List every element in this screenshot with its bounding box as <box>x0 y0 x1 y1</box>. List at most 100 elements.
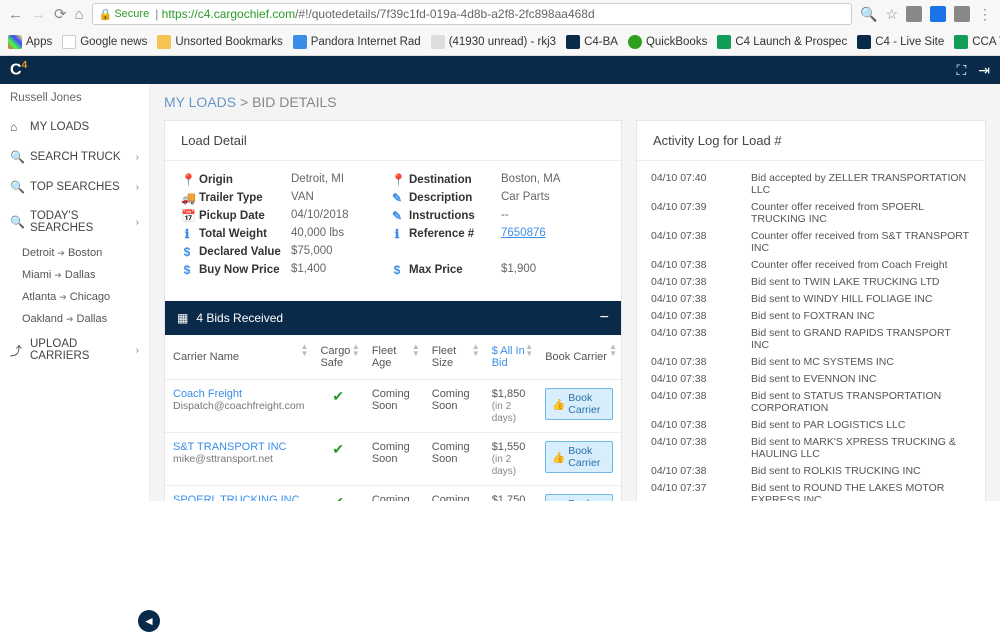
sidebar-user: Russell Jones <box>0 84 149 112</box>
arrow-right-icon: ➔ <box>57 248 65 258</box>
ext-icon-3[interactable] <box>954 6 970 22</box>
log-time: 04/10 07:39 <box>651 201 751 225</box>
truck-icon: 🚚 <box>181 191 193 205</box>
bookmark-item[interactable]: Pandora Internet Rad <box>293 35 421 49</box>
description-value: Car Parts <box>501 191 601 205</box>
thumbs-up-icon: 👍 <box>552 451 565 464</box>
sidebar-item-label: SEARCH TRUCK <box>30 151 121 163</box>
reference-link[interactable]: 7650876 <box>501 227 601 241</box>
log-time: 04/10 07:38 <box>651 310 751 322</box>
crumb-my-loads[interactable]: MY LOADS <box>164 94 236 110</box>
collapse-icon[interactable]: − <box>600 309 609 327</box>
pencil-icon: ✎ <box>391 209 403 223</box>
log-message: Bid sent to FOXTRAN INC <box>751 310 875 322</box>
origin-value: Detroit, MI <box>291 173 391 187</box>
info-icon: ℹ <box>181 227 193 241</box>
recent-search-item[interactable]: Miami➔Dallas <box>0 264 149 286</box>
home-icon[interactable]: ⌂ <box>75 6 84 23</box>
sidebar-item[interactable]: ⌂MY LOADS <box>0 112 149 142</box>
logout-icon[interactable]: ⇥ <box>978 62 990 79</box>
load-detail-panel: Load Detail 📍Origin Detroit, MI 📍Destina… <box>164 120 622 501</box>
forward-icon[interactable]: → <box>31 6 46 23</box>
search-icon[interactable]: 🔍 <box>860 6 877 23</box>
chevron-right-icon: › <box>136 345 139 356</box>
log-time: 04/10 07:38 <box>651 419 751 431</box>
recent-search-item[interactable]: Atlanta➔Chicago <box>0 286 149 308</box>
url-host: https://c4.cargochief.com <box>162 7 295 21</box>
star-icon[interactable]: ☆ <box>885 6 898 23</box>
bookmark-icon <box>566 35 580 49</box>
log-message: Bid sent to TWIN LAKE TRUCKING LTD <box>751 276 939 288</box>
bids-panel-header[interactable]: ▦ 4 Bids Received − <box>165 301 621 335</box>
bookmark-item[interactable]: C4 - Live Site <box>857 35 944 49</box>
chevron-right-icon: › <box>136 217 139 228</box>
bookmark-item[interactable]: Google news <box>62 35 147 49</box>
pickup-value: 04/10/2018 <box>291 209 391 223</box>
log-message: Bid sent to ROLKIS TRUCKING INC <box>751 465 921 477</box>
menu-icon[interactable]: ⋮ <box>978 6 992 23</box>
carrier-link[interactable]: Coach Freight <box>173 388 304 400</box>
log-message: Bid sent to GRAND RAPIDS TRANSPORT INC <box>751 327 971 351</box>
table-icon: ▦ <box>177 311 188 325</box>
carrier-link[interactable]: S&T TRANSPORT INC <box>173 441 304 453</box>
recent-search-item[interactable]: Oakland➔Dallas <box>0 308 149 330</box>
bookmarks-bar: Apps Google news Unsorted Bookmarks Pandora… <box>0 28 1000 56</box>
col-safe[interactable]: Cargo Safe▲▼ <box>312 335 363 380</box>
col-book[interactable]: Book Carrier▲▼ <box>537 335 621 380</box>
reload-icon[interactable]: ⟳ <box>54 5 67 23</box>
col-size[interactable]: Fleet Size▲▼ <box>424 335 484 380</box>
log-row: 04/10 07:38Counter offer received from C… <box>651 256 971 273</box>
breadcrumb: MY LOADS > BID DETAILS <box>164 84 1000 120</box>
url-path: /#!/quotedetails/7f39c1fd-019a-4d8b-a2f8… <box>295 7 595 21</box>
log-row: 04/10 07:38Bid sent to FOXTRAN INC <box>651 307 971 324</box>
destination-value: Boston, MA <box>501 173 601 187</box>
ext-icon-1[interactable] <box>906 6 922 22</box>
bookmark-item[interactable]: C4-BA <box>566 35 618 49</box>
app-logo[interactable]: C4 <box>10 60 27 79</box>
carrier-link[interactable]: SPOERL TRUCKING INC <box>173 494 304 501</box>
log-row: 04/10 07:38Bid sent to ROLKIS TRUCKING I… <box>651 462 971 479</box>
nav-icon: ⌂ <box>10 120 22 134</box>
bookmark-icon <box>717 35 731 49</box>
collapse-sidebar-button[interactable]: ◄ <box>138 610 160 632</box>
sidebar-item[interactable]: 🔍TOP SEARCHES› <box>0 172 149 202</box>
log-message: Bid accepted by ZELLER TRANSPORTATION LL… <box>751 172 971 196</box>
back-icon[interactable]: ← <box>8 6 23 23</box>
url-bar[interactable]: 🔒Secure | https://c4.cargochief.com/#!/q… <box>92 3 852 25</box>
bookmark-icon <box>954 35 968 49</box>
sidebar-item[interactable]: 🔍SEARCH TRUCK› <box>0 142 149 172</box>
bookmark-item[interactable]: QuickBooks <box>628 35 707 49</box>
log-time: 04/10 07:38 <box>651 356 751 368</box>
bookmark-item[interactable]: Unsorted Bookmarks <box>157 35 282 49</box>
ext-icon-2[interactable] <box>930 6 946 22</box>
arrow-right-icon: ➔ <box>66 314 74 324</box>
sidebar-item[interactable]: 🔍TODAY'S SEARCHES› <box>0 202 149 242</box>
table-row: Coach FreightDispatch@coachfreight.com ✔… <box>165 380 621 433</box>
book-carrier-button[interactable]: 👍Book Carrier <box>545 388 613 420</box>
app-header: C4 ⛶ ⇥ <box>0 56 1000 84</box>
fleet-size: Coming Soon <box>424 486 484 502</box>
bookmark-item[interactable]: C4 Launch & Prospec <box>717 35 847 49</box>
weight-value: 40,000 lbs <box>291 227 391 241</box>
fleet-size: Coming Soon <box>424 433 484 486</box>
log-message: Bid sent to STATUS TRANSPORTATION CORPOR… <box>751 390 971 414</box>
log-time: 04/10 07:38 <box>651 259 751 271</box>
log-time: 04/10 07:38 <box>651 373 751 385</box>
recent-search-item[interactable]: Detroit➔Boston <box>0 242 149 264</box>
instructions-value: -- <box>501 209 601 223</box>
sidebar-item-upload-carriers[interactable]: ⤴ UPLOAD CARRIERS › <box>0 330 149 370</box>
fullscreen-icon[interactable]: ⛶ <box>956 62 966 79</box>
bookmark-item[interactable]: Apps <box>8 35 52 49</box>
fleet-age: Coming Soon <box>364 433 424 486</box>
col-allin[interactable]: $ All In Bid▲▼ <box>484 335 538 380</box>
log-message: Counter offer received from S&T TRANSPOR… <box>751 230 971 254</box>
log-time: 04/10 07:38 <box>651 293 751 305</box>
col-carrier[interactable]: Carrier Name▲▼ <box>165 335 312 380</box>
bid-amount: $1,850(in 2 days) <box>484 380 538 433</box>
log-message: Bid sent to EVENNON INC <box>751 373 876 385</box>
bookmark-item[interactable]: (41930 unread) - rkj3 <box>431 35 556 49</box>
col-age[interactable]: Fleet Age▲▼ <box>364 335 424 380</box>
book-carrier-button[interactable]: 👍Book Carrier <box>545 494 613 501</box>
bookmark-item[interactable]: CCA Tech Priorities - <box>954 35 1000 49</box>
book-carrier-button[interactable]: 👍Book Carrier <box>545 441 613 473</box>
